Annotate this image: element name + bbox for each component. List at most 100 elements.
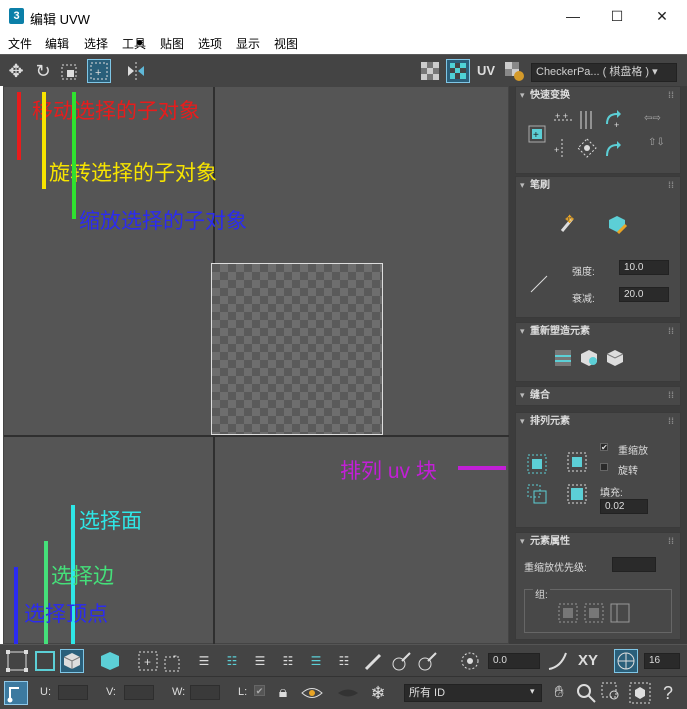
checker-pattern-dropdown[interactable]: CheckerPa... ( 棋盘格 ) ▾: [531, 63, 677, 82]
loop-grow-icon[interactable]: ☷: [220, 649, 244, 673]
angle-spinner[interactable]: 0.0: [488, 653, 540, 669]
zoom-region-icon[interactable]: [600, 681, 624, 705]
maximize-button[interactable]: ☐: [602, 4, 632, 28]
menu-bar: 文件 编辑 选择 工具 ● 贴图 选项 显示 视图: [0, 32, 687, 54]
menu-options[interactable]: 选项: [198, 35, 222, 52]
padding-spinner[interactable]: 0.02: [600, 499, 648, 514]
paint-move-icon[interactable]: ✥: [556, 213, 578, 235]
strength-spinner[interactable]: 10.0: [619, 260, 669, 275]
v-field[interactable]: [124, 685, 154, 700]
rotate-minus-90-icon[interactable]: [602, 137, 624, 159]
arrange-header[interactable]: 排列元素⁞⁞: [516, 413, 680, 430]
rotate-checkbox[interactable]: [600, 463, 608, 471]
scale-icon[interactable]: [58, 59, 82, 83]
ring-icon[interactable]: ☷: [276, 649, 300, 673]
tools-dot-icon: ●: [136, 35, 144, 49]
element-properties-header[interactable]: 元素属性⁞⁞: [516, 533, 680, 550]
grow-selection-icon[interactable]: +: [136, 649, 160, 673]
menu-edit[interactable]: 编辑: [45, 35, 69, 52]
align-horizontal-icon[interactable]: + +: [552, 109, 574, 131]
checker-pattern-icon[interactable]: [418, 59, 442, 83]
horizontal-axis-line: [4, 435, 510, 437]
offset-arrows-icon[interactable]: ⇦⇨: [644, 113, 661, 124]
move-icon[interactable]: ✥: [4, 59, 28, 83]
brush-grow-icon[interactable]: [390, 649, 414, 673]
menu-display[interactable]: 显示: [236, 35, 260, 52]
soft-selection-icon[interactable]: [458, 649, 482, 673]
minimize-button[interactable]: —: [558, 4, 588, 28]
falloff-curve-icon[interactable]: [546, 649, 570, 673]
absolute-offset-icon[interactable]: [4, 681, 28, 705]
u-label: U:: [40, 686, 51, 698]
freeze-icon[interactable]: ❄: [366, 681, 390, 705]
w-field[interactable]: [190, 685, 220, 700]
ring-shrink-icon[interactable]: ☷: [332, 649, 356, 673]
align-edge-icon[interactable]: +: [552, 137, 574, 159]
uv-label[interactable]: UV: [474, 59, 498, 83]
brush-falloff-icon[interactable]: [528, 273, 550, 295]
falloff-spinner[interactable]: 20.0: [619, 287, 669, 302]
offset-vertical-icon[interactable]: ⇧⇩: [648, 137, 665, 148]
relax-icon[interactable]: [578, 347, 600, 369]
menu-file[interactable]: 文件: [8, 35, 32, 52]
menu-view[interactable]: 视图: [274, 35, 298, 52]
arrange-annotation: 排列 uv 块: [340, 460, 437, 483]
group-select-icon[interactable]: [557, 602, 579, 624]
grid-icon[interactable]: [614, 649, 638, 673]
freeform-icon[interactable]: +: [87, 59, 111, 83]
loop-shrink-icon[interactable]: ☰: [248, 649, 272, 673]
rotate-icon[interactable]: ↻: [31, 59, 55, 83]
menu-map[interactable]: 贴图: [160, 35, 184, 52]
xy-label[interactable]: XY: [574, 649, 602, 673]
brush-header[interactable]: 笔刷⁞⁞: [516, 177, 680, 194]
space-evenly-icon[interactable]: [576, 137, 598, 159]
pack-rescale-icon[interactable]: [566, 483, 588, 505]
id-filter-dropdown[interactable]: 所有 ID: [404, 684, 542, 702]
paint-select-icon[interactable]: [362, 649, 386, 673]
lock-icon[interactable]: 🔒︎: [272, 681, 294, 705]
stitch-header[interactable]: 缝合⁞⁞: [516, 387, 680, 404]
quick-transform-header[interactable]: 快速变换⁞⁞: [516, 87, 680, 104]
zoom-spinner[interactable]: 16: [644, 653, 680, 669]
group-remove-icon[interactable]: [609, 602, 631, 624]
select-element-icon[interactable]: [98, 649, 122, 673]
flatten-icon[interactable]: [604, 347, 626, 369]
map-settings-icon[interactable]: [502, 59, 526, 83]
relax-brush-icon[interactable]: [606, 213, 628, 235]
pivot-icon[interactable]: +: [526, 123, 548, 145]
face-annotation: 选择面: [79, 510, 142, 533]
zoom-icon[interactable]: [574, 681, 598, 705]
pack-normalize-icon[interactable]: [526, 453, 548, 475]
group-add-icon[interactable]: [583, 602, 605, 624]
rescale-checkbox[interactable]: ✔: [600, 443, 608, 452]
uv-checker-tile[interactable]: [211, 263, 383, 435]
help-icon[interactable]: ?: [656, 681, 680, 705]
brush-shrink-icon[interactable]: [416, 649, 440, 673]
pack-custom-icon[interactable]: [566, 451, 588, 473]
pan-icon[interactable]: ✋︎: [548, 681, 570, 705]
select-vertex-icon[interactable]: [5, 649, 29, 673]
loop-icon[interactable]: ☰: [192, 649, 216, 673]
rotate-plus-90-icon[interactable]: +: [602, 109, 624, 131]
shrink-selection-icon[interactable]: -: [162, 648, 186, 673]
w-label: W:: [172, 686, 186, 698]
reshape-header[interactable]: 重新塑造元素⁞⁞: [516, 323, 680, 340]
menu-select[interactable]: 选择: [84, 35, 108, 52]
ring-grow-icon[interactable]: ☰: [304, 649, 328, 673]
u-field[interactable]: [58, 685, 88, 700]
id-dropdown-arrow-icon[interactable]: ▾: [530, 686, 535, 697]
mirror-icon[interactable]: [124, 59, 148, 83]
hide-icon[interactable]: [300, 681, 324, 705]
vertex-annotation: 选择顶点: [24, 603, 108, 626]
select-edge-icon[interactable]: [33, 649, 57, 673]
pack-together-icon[interactable]: [526, 483, 548, 505]
l-checkbox[interactable]: ✔: [254, 685, 265, 696]
zoom-extents-icon[interactable]: [628, 681, 652, 705]
rescale-priority-spinner[interactable]: [612, 557, 656, 572]
select-face-icon[interactable]: [60, 649, 84, 673]
close-button[interactable]: ✕: [647, 4, 677, 28]
straighten-icon[interactable]: [552, 347, 574, 369]
align-vertical-icon[interactable]: [576, 109, 598, 131]
unhide-icon[interactable]: [336, 681, 360, 705]
show-map-icon[interactable]: [446, 59, 470, 83]
